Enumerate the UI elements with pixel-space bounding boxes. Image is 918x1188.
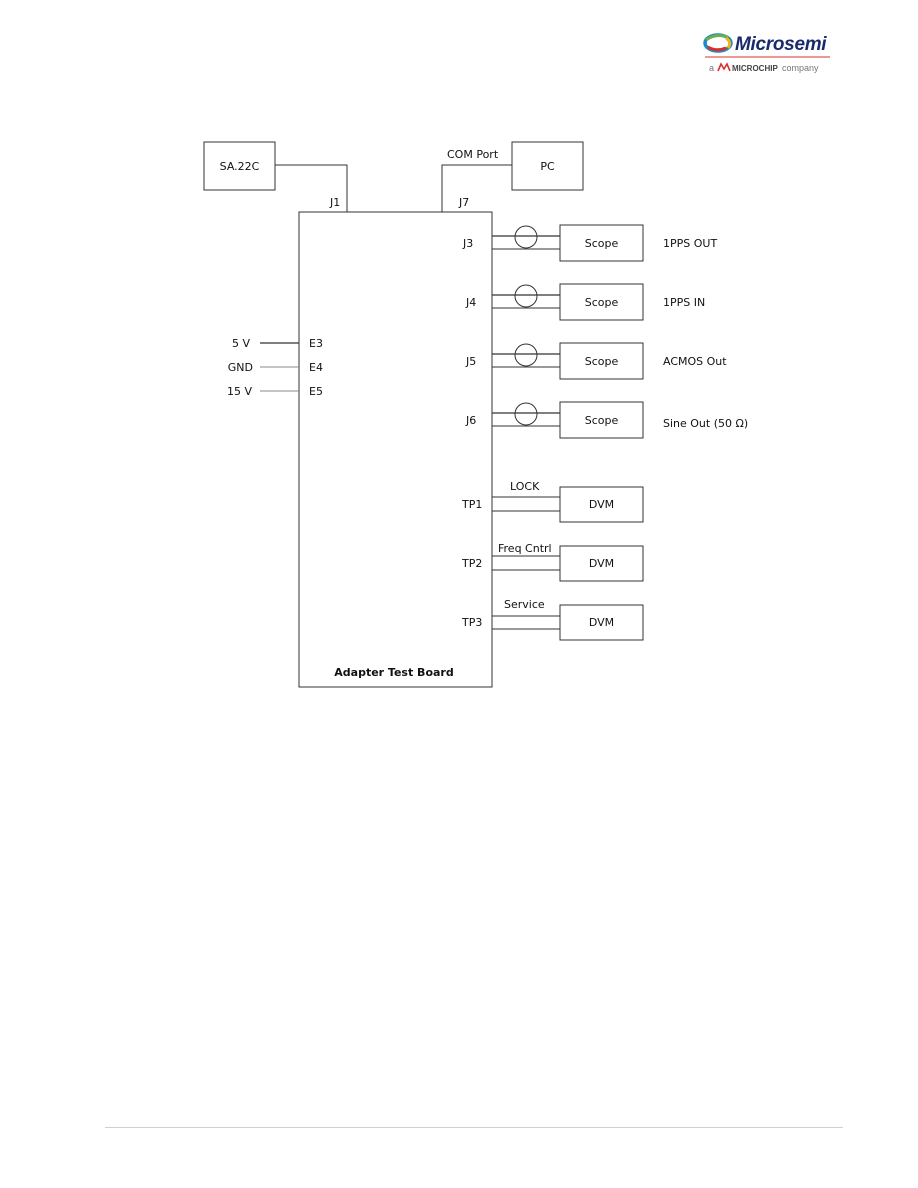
connector-label: TP2 (461, 557, 482, 570)
power-input-5v: 5 V E3 (232, 337, 323, 350)
j7-cable (441, 164, 512, 212)
sa22c-label: SA.22C (220, 160, 260, 173)
coax-output-j6: J6 Scope Sine Out (50 Ω) (465, 401, 748, 439)
terminal-label: E4 (309, 361, 323, 374)
footer-divider (105, 1127, 843, 1128)
power-source-label: GND (228, 361, 253, 374)
instrument-label: Scope (585, 237, 619, 250)
pc-device: PC (511, 141, 584, 191)
signal-label: ACMOS Out (663, 355, 727, 368)
coax-connector-icon (514, 402, 538, 426)
coax-output-j5: J5 Scope ACMOS Out (465, 342, 727, 380)
instrument-label: Scope (585, 414, 619, 427)
power-source-label: 5 V (232, 337, 250, 350)
logo-tagline-brand: Microchip (732, 64, 778, 73)
terminal-label: E3 (309, 337, 323, 350)
coax-connector-icon (514, 284, 538, 308)
signal-label: LOCK (510, 480, 540, 493)
logo-tagline-prefix: a (709, 63, 714, 73)
microsemi-logo: Microsemi a Microchip company (703, 33, 830, 73)
instrument-label: DVM (589, 498, 614, 511)
microsemi-swirl-logo-icon (703, 33, 733, 53)
connector-label: TP3 (461, 616, 482, 629)
pc-label: PC (540, 160, 555, 173)
signal-label: 1PPS OUT (663, 237, 717, 250)
connector-label: J4 (465, 296, 476, 309)
coax-connector-icon (514, 343, 538, 367)
signal-label: Freq Cntrl (498, 542, 552, 555)
coax-output-j3: J3 Scope 1PPS OUT (462, 224, 717, 262)
logo-tagline-suffix: company (782, 63, 819, 73)
microchip-mark-icon (717, 62, 731, 72)
power-source-label: 15 V (227, 385, 252, 398)
connector-label: J5 (465, 355, 476, 368)
instrument-label: Scope (585, 296, 619, 309)
j1-label: J1 (329, 196, 340, 209)
signal-label: 1PPS IN (663, 296, 705, 309)
instrument-label: Scope (585, 355, 619, 368)
connector-label: J6 (465, 414, 476, 427)
connector-label: TP1 (461, 498, 482, 511)
signal-label: Service (504, 598, 545, 611)
logo-name: Microsemi (735, 34, 827, 55)
terminal-label: E5 (309, 385, 323, 398)
instrument-label: DVM (589, 557, 614, 570)
signal-label: Sine Out (50 Ω) (663, 417, 748, 430)
com-port-label: COM Port (447, 148, 499, 161)
coax-outputs: J3 Scope 1PPS OUT J4 Scope 1PPS IN J5 Sc… (462, 224, 748, 439)
instrument-label: DVM (589, 616, 614, 629)
j7-label: J7 (458, 196, 469, 209)
power-input-gnd: GND E4 (228, 361, 323, 374)
power-input-15v: 15 V E5 (227, 385, 323, 398)
coax-connector-icon (514, 225, 538, 249)
connector-label: J3 (462, 237, 473, 250)
test-setup-diagram: Microsemi a Microchip company SA.22C J1 … (203, 33, 830, 688)
board-label: Adapter Test Board (334, 666, 453, 679)
coax-output-j4: J4 Scope 1PPS IN (465, 283, 705, 321)
power-inputs: 5 V E3 GND E4 15 V E5 (227, 337, 323, 398)
sa22c-device: SA.22C (203, 141, 276, 191)
